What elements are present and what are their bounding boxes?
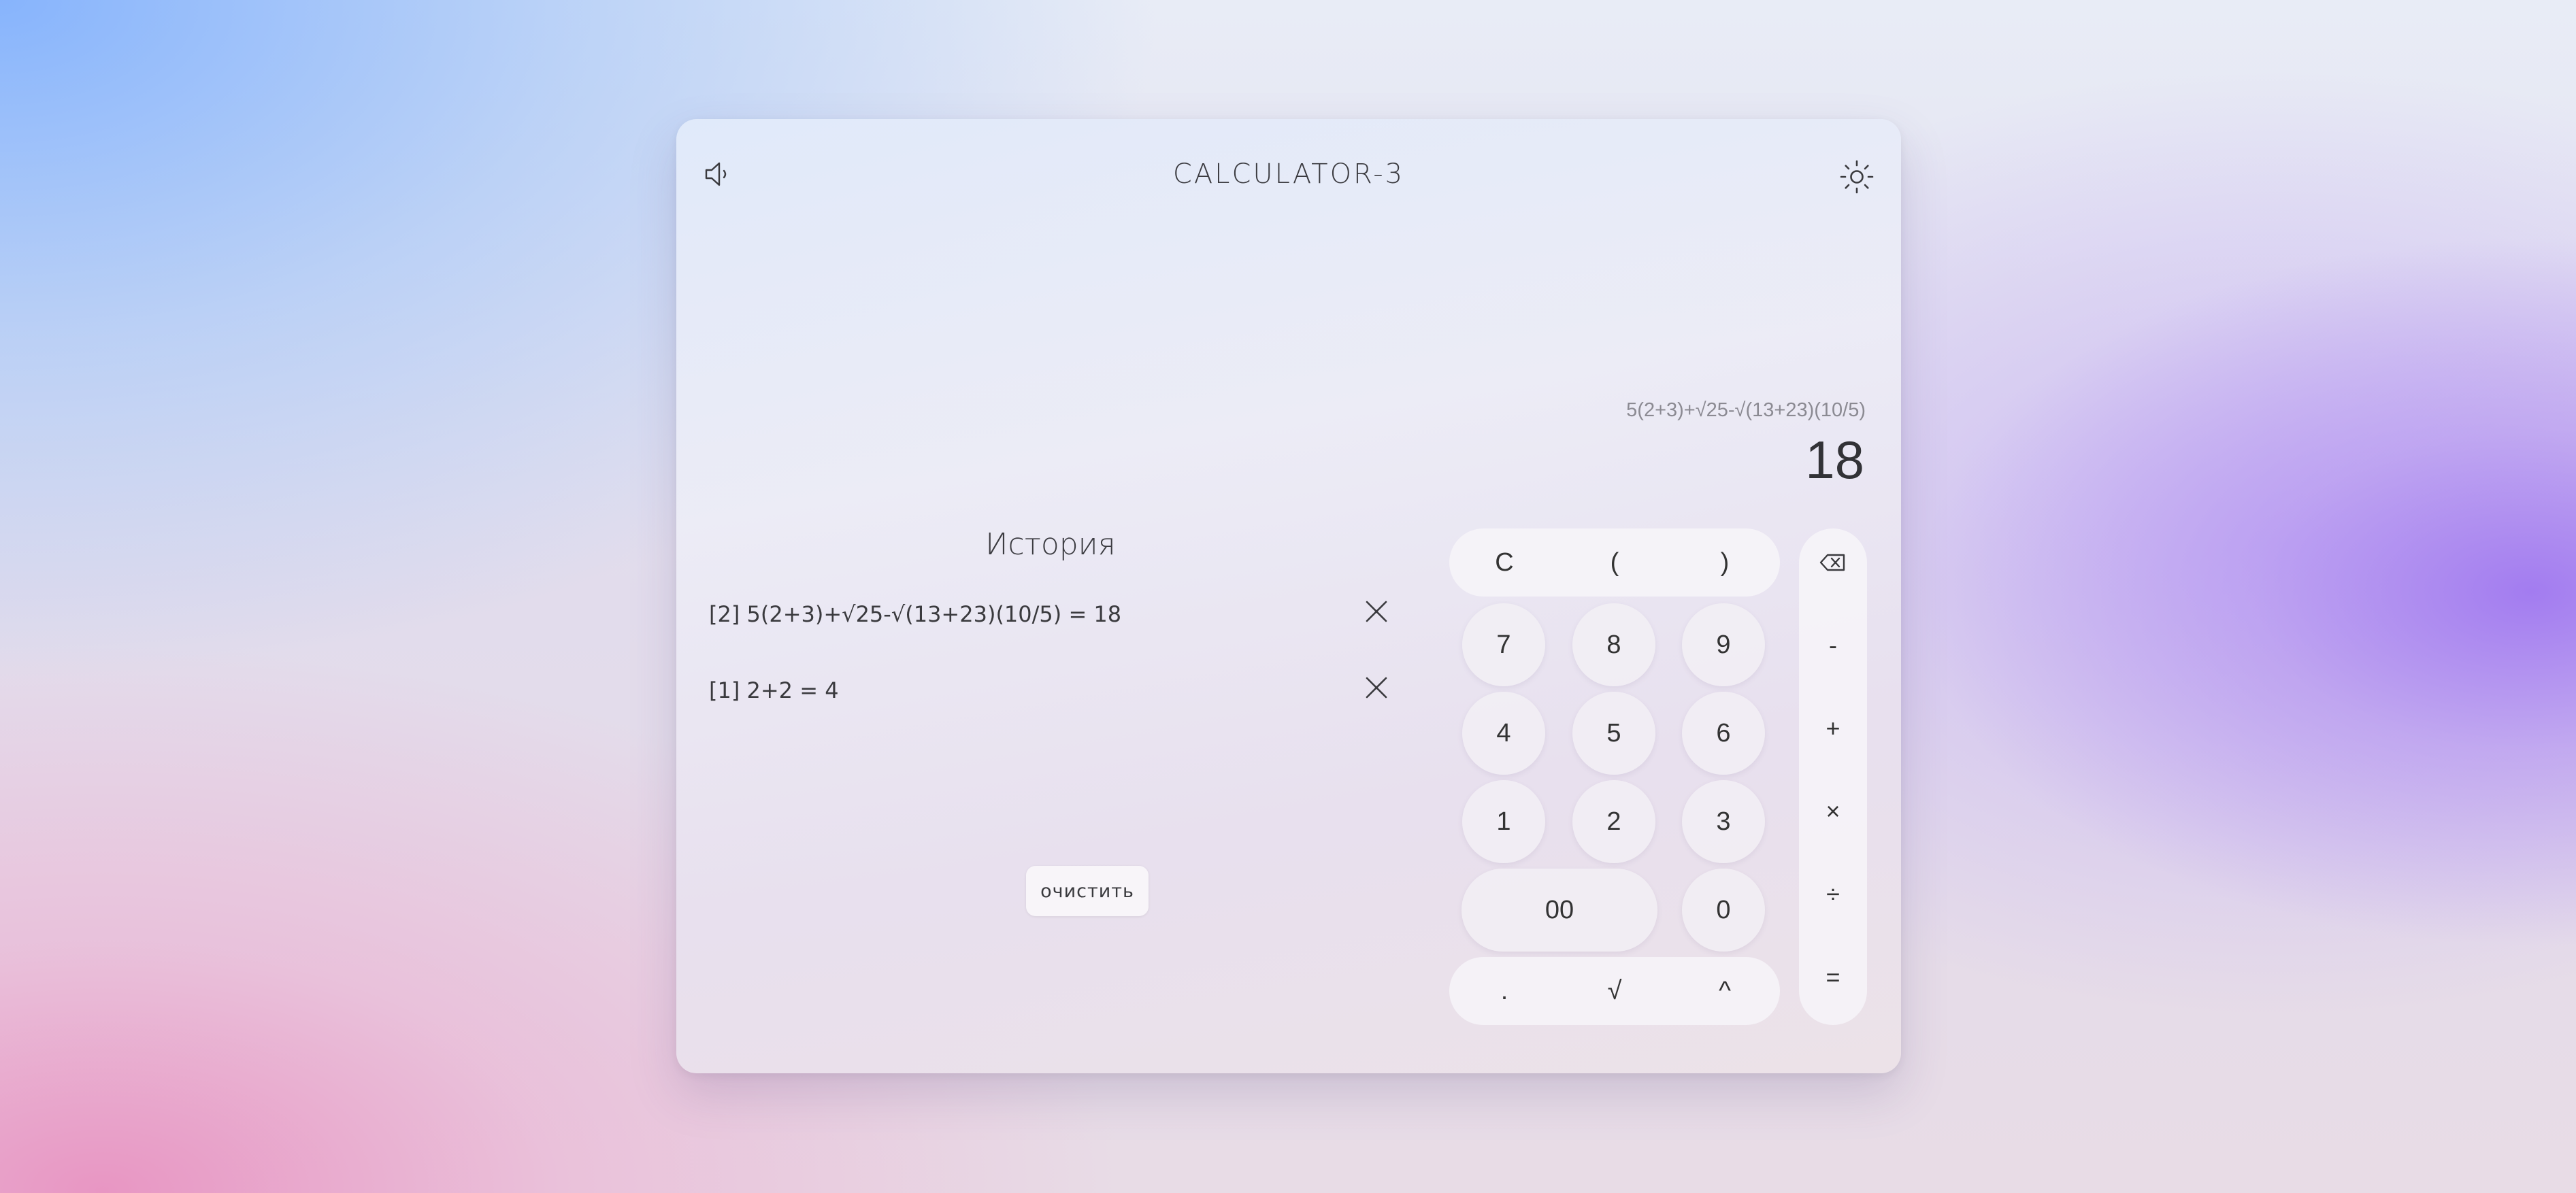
clear-button[interactable]: C [1467,548,1542,577]
backspace-icon[interactable] [1799,528,1867,596]
calculator-window: CALCULATOR-3 5(2+3)+√25-√(13+23)(10/5) 1… [676,119,1901,1073]
multiply-button[interactable]: × [1799,777,1867,845]
extra-ops-row: . √ ^ [1449,957,1780,1025]
history-item[interactable]: [1] 2+2 = 4 [709,665,1392,741]
clear-history-button[interactable]: очистить [1026,866,1149,916]
history-title: История [985,527,1116,562]
digit-0-button[interactable]: 0 [1682,869,1765,952]
digit-3-button[interactable]: 3 [1682,780,1765,863]
power-button[interactable]: ^ [1687,977,1762,1006]
close-icon[interactable] [1364,599,1389,624]
open-paren-button[interactable]: ( [1577,548,1652,577]
digit-9-button[interactable]: 9 [1682,603,1765,686]
double-zero-button[interactable]: 00 [1462,869,1657,952]
sqrt-button[interactable]: √ [1577,977,1652,1006]
parentheses-row: C ( ) [1449,528,1780,596]
divide-button[interactable]: ÷ [1799,860,1867,928]
history-panel: История [2] 5(2+3)+√25-√(13+23)(10/5) = … [709,527,1392,916]
digit-2-button[interactable]: 2 [1572,780,1655,863]
history-item[interactable]: [2] 5(2+3)+√25-√(13+23)(10/5) = 18 [709,589,1392,665]
digit-7-button[interactable]: 7 [1462,603,1545,686]
result-display: 18 [1805,430,1864,490]
close-icon[interactable] [1364,675,1389,701]
expression-display: 5(2+3)+√25-√(13+23)(10/5) [1626,399,1866,421]
sun-icon[interactable] [1837,157,1877,197]
digit-8-button[interactable]: 8 [1572,603,1655,686]
digit-5-button[interactable]: 5 [1572,692,1655,775]
digit-6-button[interactable]: 6 [1682,692,1765,775]
minus-button[interactable]: - [1799,611,1867,679]
history-item-text[interactable]: [1] 2+2 = 4 [709,677,839,703]
digit-4-button[interactable]: 4 [1462,692,1545,775]
operators-column: - + × ÷ = [1799,528,1867,1025]
decimal-button[interactable]: . [1467,977,1542,1006]
app-title: CALCULATOR-3 [1172,158,1405,190]
digit-1-button[interactable]: 1 [1462,780,1545,863]
plus-button[interactable]: + [1799,694,1867,762]
close-paren-button[interactable]: ) [1687,548,1762,577]
equals-button[interactable]: = [1799,943,1867,1011]
history-item-text[interactable]: [2] 5(2+3)+√25-√(13+23)(10/5) = 18 [709,601,1121,627]
